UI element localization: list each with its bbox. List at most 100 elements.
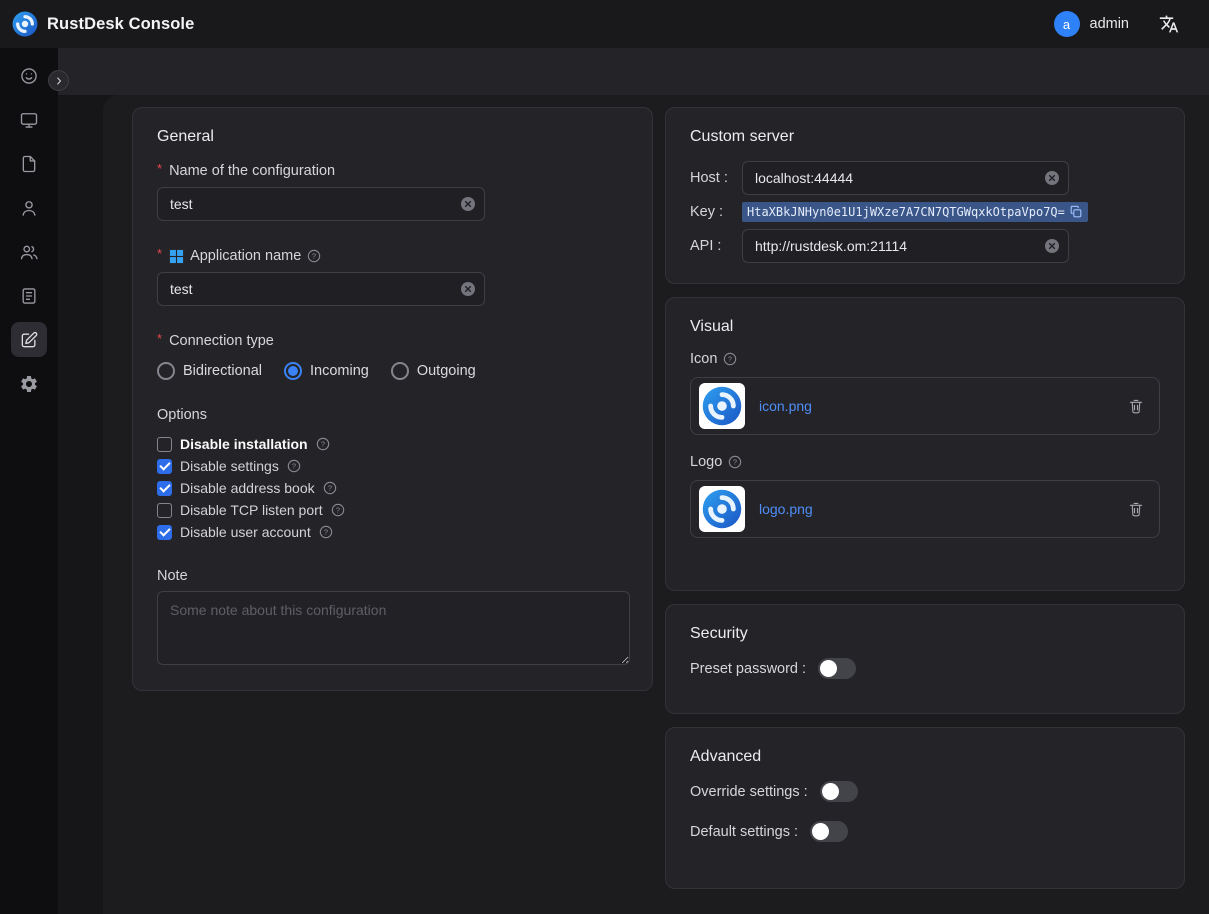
icon-file-row: icon.png: [690, 377, 1160, 435]
custom-server-fields: Host : Key : HtaXBkJNHyn0e1U1jWXze7A7CN7…: [690, 161, 1160, 263]
radio-button: [157, 362, 175, 380]
edit-icon[interactable]: [11, 322, 47, 357]
checkbox-disable-user-account[interactable]: Disable user account ?: [157, 521, 628, 543]
advanced-card: Advanced Override settings : Default set…: [665, 727, 1185, 889]
checkbox-box: [157, 503, 172, 518]
icon-preview: [699, 383, 745, 429]
general-card: General Name of the configuration Applic…: [132, 107, 653, 691]
right-column: Custom server Host : Key : HtaXBkJNHyn0e…: [665, 107, 1185, 889]
users-icon[interactable]: [11, 234, 47, 269]
toggle-knob: [812, 823, 829, 840]
app-title: RustDesk Console: [47, 15, 194, 34]
svg-text:?: ?: [336, 506, 340, 515]
sidebar: [0, 48, 58, 914]
key-value[interactable]: HtaXBkJNHyn0e1U1jWXze7A7CN7QTGWqxkOtpaVp…: [747, 205, 1065, 219]
config-name-input[interactable]: [157, 187, 485, 221]
gear-icon[interactable]: [11, 366, 47, 401]
help-icon[interactable]: ?: [331, 503, 345, 517]
delete-icon[interactable]: [1127, 500, 1145, 518]
checkbox-box: [157, 437, 172, 452]
help-icon[interactable]: ?: [319, 525, 333, 539]
visual-title: Visual: [690, 318, 1160, 336]
help-icon[interactable]: ?: [728, 455, 742, 469]
translate-icon[interactable]: [1159, 14, 1179, 34]
svg-text:?: ?: [321, 440, 325, 449]
rustdesk-logo-icon: [12, 11, 38, 37]
main-content: General Name of the configuration Applic…: [58, 48, 1209, 914]
radio-button: [284, 362, 302, 380]
checkbox-disable-settings[interactable]: Disable settings ?: [157, 455, 628, 477]
checkbox-box: [157, 459, 172, 474]
document-icon[interactable]: [11, 146, 47, 181]
override-settings-toggle[interactable]: [820, 781, 858, 802]
clear-icon[interactable]: [1044, 238, 1060, 254]
checkbox-box: [157, 525, 172, 540]
svg-text:?: ?: [292, 462, 296, 471]
api-input[interactable]: [742, 229, 1069, 263]
checkbox-disable-tcp-listen-port[interactable]: Disable TCP listen port ?: [157, 499, 628, 521]
clear-icon[interactable]: [460, 196, 476, 212]
application-name-label: Application name ?: [157, 248, 628, 264]
logo-file-link[interactable]: logo.png: [759, 501, 813, 517]
help-icon[interactable]: ?: [323, 481, 337, 495]
clear-icon[interactable]: [460, 281, 476, 297]
clipboard-icon[interactable]: [11, 278, 47, 313]
help-icon[interactable]: ?: [287, 459, 301, 473]
user-name[interactable]: admin: [1090, 16, 1130, 32]
svg-text:?: ?: [324, 528, 328, 537]
security-title: Security: [690, 625, 1160, 643]
sidebar-expand-button[interactable]: [48, 70, 69, 91]
name-field-label: Name of the configuration: [157, 163, 628, 179]
application-name-field: [157, 272, 485, 306]
help-icon[interactable]: ?: [307, 249, 321, 263]
config-name-field: [157, 187, 485, 221]
icon-label: Icon ?: [690, 351, 1160, 367]
radio-bidirectional[interactable]: Bidirectional: [157, 362, 262, 380]
security-card: Security Preset password :: [665, 604, 1185, 714]
override-settings-row: Override settings :: [690, 781, 1160, 802]
svg-text:?: ?: [312, 252, 316, 261]
application-name-input[interactable]: [157, 272, 485, 306]
key-label: Key :: [690, 204, 742, 220]
custom-server-card: Custom server Host : Key : HtaXBkJNHyn0e…: [665, 107, 1185, 284]
icon-file-link[interactable]: icon.png: [759, 398, 812, 414]
host-input[interactable]: [742, 161, 1069, 195]
toggle-knob: [822, 783, 839, 800]
custom-server-title: Custom server: [690, 128, 1160, 146]
api-label: API :: [690, 238, 742, 254]
preset-password-toggle[interactable]: [818, 658, 856, 679]
preset-password-label: Preset password :: [690, 661, 806, 677]
checkbox-box: [157, 481, 172, 496]
radio-incoming[interactable]: Incoming: [284, 362, 369, 380]
connection-type-label: Connection type: [157, 333, 628, 349]
copy-icon[interactable]: [1069, 205, 1083, 219]
radio-outgoing[interactable]: Outgoing: [391, 362, 476, 380]
key-value-field[interactable]: HtaXBkJNHyn0e1U1jWXze7A7CN7QTGWqxkOtpaVp…: [742, 202, 1088, 222]
clear-icon[interactable]: [1044, 170, 1060, 186]
user-icon[interactable]: [11, 190, 47, 225]
default-settings-row: Default settings :: [690, 821, 1160, 842]
windows-icon: [169, 249, 184, 264]
api-field: [742, 229, 1069, 263]
monitor-icon[interactable]: [11, 102, 47, 137]
svg-text:?: ?: [728, 355, 732, 364]
required-marker: [157, 163, 163, 179]
content-topbar: [58, 48, 1209, 95]
logo-file-row: logo.png: [690, 480, 1160, 538]
checkbox-disable-address-book[interactable]: Disable address book ?: [157, 477, 628, 499]
app-header: RustDesk Console a admin: [0, 0, 1209, 48]
visual-card: Visual Icon ?: [665, 297, 1185, 591]
help-icon[interactable]: ?: [316, 437, 330, 451]
checkbox-disable-installation[interactable]: Disable installation ?: [157, 433, 628, 455]
smiley-icon[interactable]: [11, 58, 47, 93]
delete-icon[interactable]: [1127, 397, 1145, 415]
note-textarea[interactable]: [157, 591, 630, 665]
svg-text:?: ?: [733, 458, 737, 467]
user-avatar[interactable]: a: [1054, 11, 1080, 37]
default-settings-label: Default settings :: [690, 824, 798, 840]
help-icon[interactable]: ?: [723, 352, 737, 366]
note-label: Note: [157, 568, 628, 584]
header-right: a admin: [1054, 11, 1180, 37]
default-settings-toggle[interactable]: [810, 821, 848, 842]
toggle-knob: [820, 660, 837, 677]
